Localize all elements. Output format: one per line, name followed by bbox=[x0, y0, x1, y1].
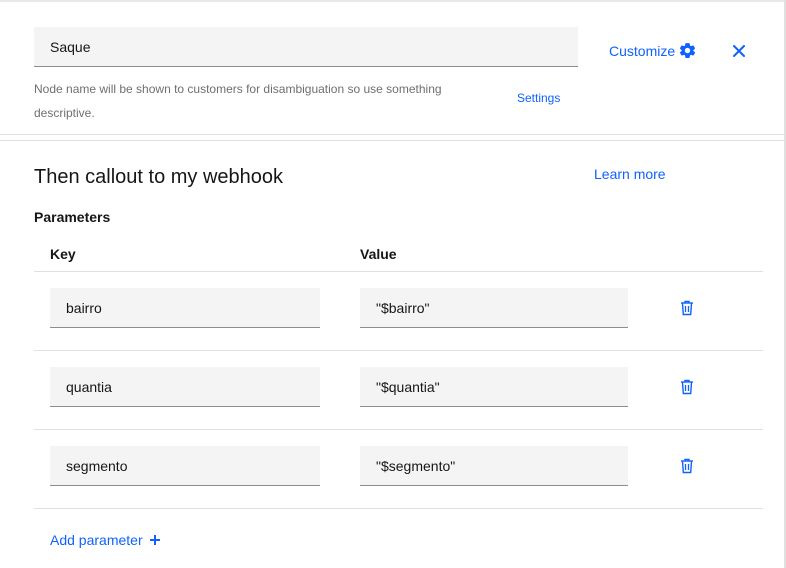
add-parameter-button[interactable]: Add parameter bbox=[50, 532, 161, 548]
value-column-header: Value bbox=[360, 246, 397, 262]
settings-link[interactable]: Settings bbox=[517, 91, 560, 105]
trash-icon[interactable] bbox=[679, 299, 695, 317]
param-key-input[interactable] bbox=[50, 367, 320, 407]
param-value-input[interactable] bbox=[360, 446, 628, 486]
node-name-helper-text: Node name will be shown to customers for… bbox=[34, 82, 442, 120]
param-key-input[interactable] bbox=[50, 288, 320, 328]
plus-icon bbox=[149, 534, 161, 546]
section-divider bbox=[0, 134, 784, 135]
section-divider bbox=[0, 140, 784, 141]
gear-icon bbox=[679, 42, 696, 59]
param-value-input[interactable] bbox=[360, 367, 628, 407]
row-divider bbox=[34, 429, 763, 430]
top-border bbox=[0, 0, 786, 2]
customize-button[interactable]: Customize bbox=[609, 42, 696, 59]
trash-icon[interactable] bbox=[679, 378, 695, 396]
customize-label: Customize bbox=[609, 42, 676, 59]
param-key-input[interactable] bbox=[50, 446, 320, 486]
row-divider bbox=[34, 508, 763, 509]
table-header-divider bbox=[34, 271, 763, 272]
param-value-input[interactable] bbox=[360, 288, 628, 328]
add-parameter-label: Add parameter bbox=[50, 532, 143, 548]
callout-title: Then callout to my webhook bbox=[34, 166, 284, 188]
parameters-heading: Parameters bbox=[34, 209, 111, 225]
node-name-input[interactable] bbox=[34, 27, 578, 67]
learn-more-link[interactable]: Learn more bbox=[594, 166, 666, 182]
row-divider bbox=[34, 350, 763, 351]
trash-icon[interactable] bbox=[679, 457, 695, 475]
close-icon[interactable] bbox=[730, 42, 748, 60]
key-column-header: Key bbox=[50, 246, 76, 262]
